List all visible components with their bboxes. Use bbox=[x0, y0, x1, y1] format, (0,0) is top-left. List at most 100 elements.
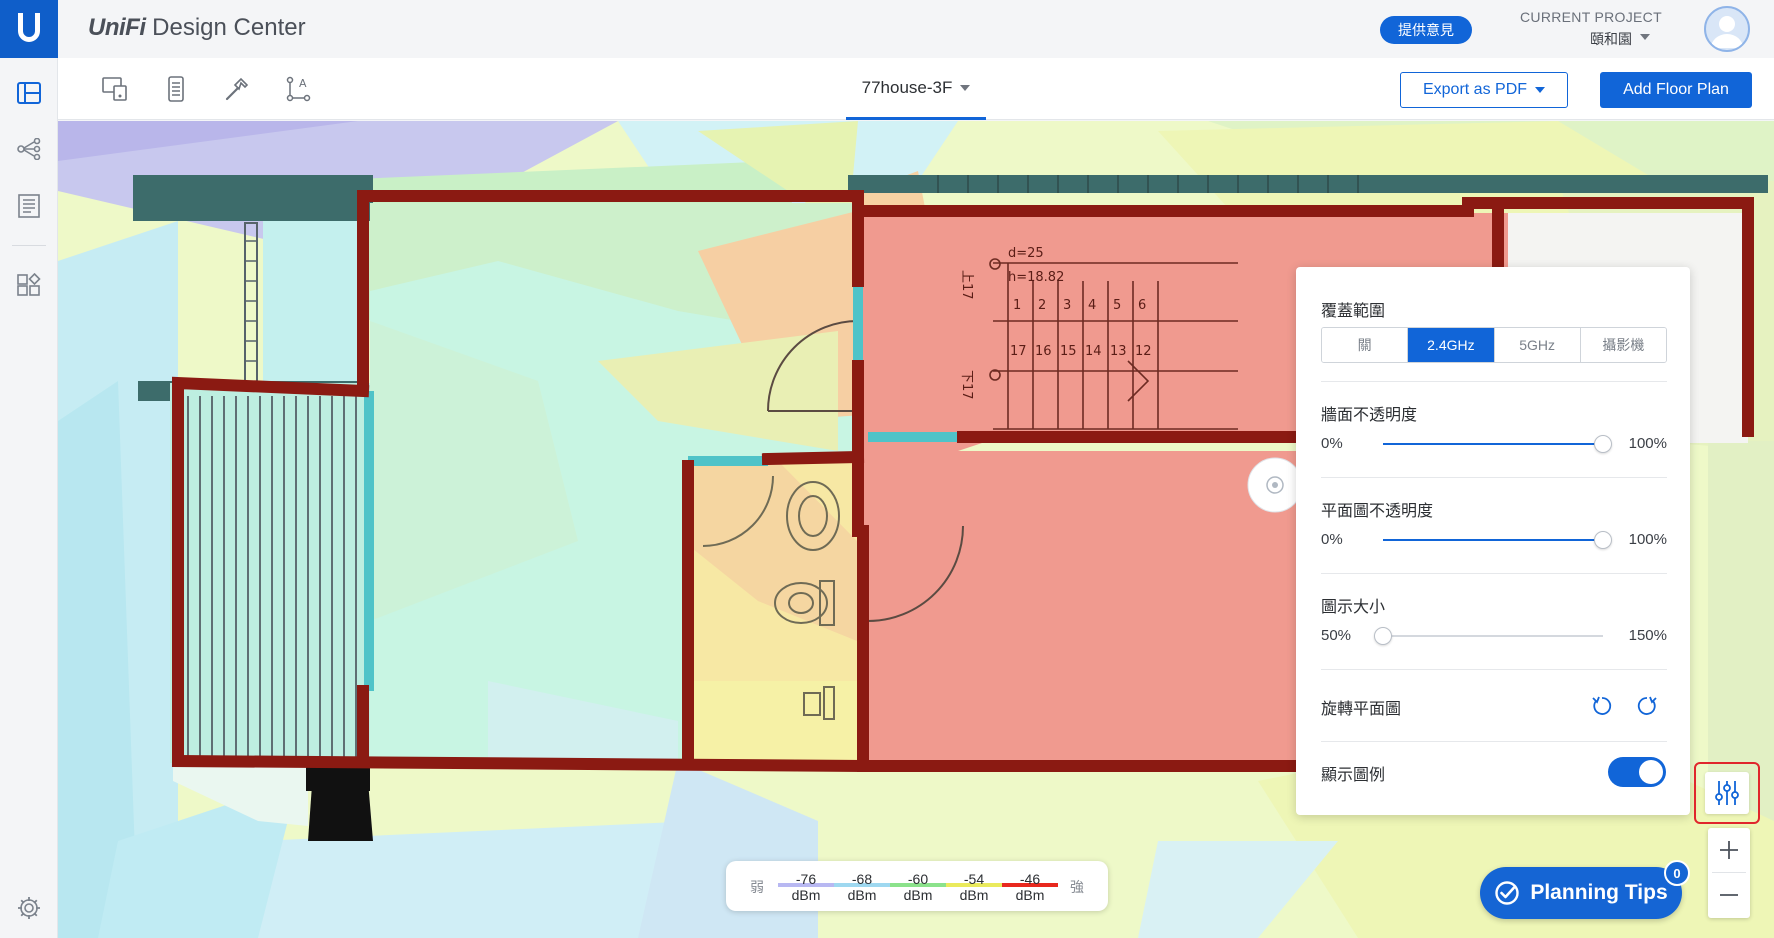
avatar[interactable] bbox=[1704, 6, 1750, 52]
divider bbox=[1321, 381, 1667, 382]
top-bar: UniFi Design Center 提供意見 CURRENT PROJECT… bbox=[58, 0, 1774, 58]
stair-dim-d: d=25 bbox=[1008, 246, 1044, 261]
legend-unit: dBm bbox=[959, 887, 989, 903]
stair-step-4: 4 bbox=[1088, 298, 1096, 313]
show-legend-label: 顯示圖例 bbox=[1321, 767, 1386, 784]
slider-handle[interactable] bbox=[1594, 435, 1612, 453]
coverage-option-2-4ghz[interactable]: 2.4GHz bbox=[1408, 328, 1495, 362]
icon-size-label: 圖示大小 bbox=[1321, 599, 1386, 616]
app-brand: UniFi Design Center bbox=[88, 14, 306, 42]
wall-opacity-slider[interactable] bbox=[1383, 435, 1612, 453]
divider bbox=[1321, 477, 1667, 478]
coverage-option-off[interactable]: 關 bbox=[1322, 328, 1409, 362]
export-pdf-button[interactable]: Export as PDF bbox=[1400, 72, 1568, 108]
stair-step-3: 3 bbox=[1063, 298, 1071, 313]
plus-icon bbox=[1720, 841, 1738, 859]
zoom-in-button[interactable] bbox=[1708, 828, 1750, 872]
measure-tool-button[interactable]: A bbox=[284, 74, 314, 104]
stair-up-label: 上17 bbox=[959, 270, 974, 300]
access-point-device[interactable] bbox=[1247, 457, 1303, 513]
icon-size-max: 150% bbox=[1628, 627, 1667, 644]
divider bbox=[1321, 741, 1667, 742]
zoom-controls bbox=[1708, 828, 1750, 918]
legend-level-3: -60 dBm bbox=[890, 871, 946, 903]
stair-step-14: 14 bbox=[1085, 344, 1102, 359]
user-avatar-icon bbox=[1711, 16, 1743, 48]
add-floor-plan-button[interactable]: Add Floor Plan bbox=[1600, 72, 1752, 108]
legend-unit: dBm bbox=[903, 887, 933, 903]
legend-value: -54 bbox=[963, 871, 985, 887]
minus-icon bbox=[1720, 894, 1738, 896]
sidebar-divider bbox=[12, 245, 46, 246]
stair-step-17: 17 bbox=[1010, 344, 1027, 359]
map-settings-button[interactable] bbox=[1705, 772, 1749, 814]
device-placement-icon bbox=[102, 77, 127, 101]
left-rail bbox=[0, 0, 58, 938]
sidebar-item-bill-of-materials[interactable] bbox=[15, 192, 43, 220]
legend-weak-label: 弱 bbox=[750, 879, 764, 895]
floor-selector[interactable]: 77house-3F bbox=[846, 58, 986, 120]
map-settings-button-highlight bbox=[1694, 762, 1760, 824]
device-placement-button[interactable] bbox=[100, 74, 130, 104]
sliders-icon bbox=[1715, 781, 1739, 805]
unifi-logo[interactable] bbox=[0, 0, 58, 58]
hammer-tool-button[interactable] bbox=[222, 74, 252, 104]
icon-size-slider[interactable] bbox=[1374, 627, 1603, 645]
settings-button[interactable] bbox=[15, 894, 43, 922]
stair-down-label: 下17 bbox=[959, 370, 974, 400]
coverage-option-camera[interactable]: 攝影機 bbox=[1580, 328, 1666, 362]
icon-size-min: 50% bbox=[1321, 627, 1352, 644]
planning-tips-count-badge: 0 bbox=[1664, 860, 1690, 886]
rotate-right-icon bbox=[1637, 696, 1657, 715]
sidebar-item-apps[interactable] bbox=[15, 271, 43, 299]
legend-level-5: -46 dBm bbox=[1002, 871, 1058, 903]
chevron-down-icon[interactable] bbox=[1640, 34, 1650, 40]
rotate-right-button[interactable] bbox=[1634, 693, 1660, 719]
plan-opacity-slider[interactable] bbox=[1383, 531, 1612, 549]
unifi-logo-icon bbox=[18, 13, 40, 42]
wall-tool-button[interactable] bbox=[161, 74, 191, 104]
legend-unit: dBm bbox=[791, 887, 821, 903]
legend-level-2: -68 dBm bbox=[834, 871, 890, 903]
slider-handle[interactable] bbox=[1594, 531, 1612, 549]
measure-icon: A bbox=[286, 76, 311, 102]
rotate-left-button[interactable] bbox=[1589, 693, 1615, 719]
wall-opacity-label: 牆面不透明度 bbox=[1321, 407, 1418, 424]
coverage-option-5ghz[interactable]: 5GHz bbox=[1494, 328, 1581, 362]
sidebar-item-floorplan[interactable] bbox=[15, 79, 43, 107]
feedback-button[interactable]: 提供意見 bbox=[1380, 16, 1472, 44]
legend-unit: dBm bbox=[847, 887, 877, 903]
stair-step-5: 5 bbox=[1113, 298, 1121, 313]
wall-tool-icon bbox=[168, 76, 184, 102]
planning-tips-button[interactable]: Planning Tips bbox=[1480, 867, 1682, 919]
legend-value: -76 bbox=[795, 871, 817, 887]
legend-value: -46 bbox=[1019, 871, 1041, 887]
sidebar-item-topology[interactable] bbox=[15, 135, 43, 163]
divider bbox=[1321, 669, 1667, 670]
wall-opacity-max: 100% bbox=[1628, 435, 1667, 452]
stair-step-15: 15 bbox=[1060, 344, 1077, 359]
zoom-out-button[interactable] bbox=[1708, 873, 1750, 917]
stair-step-13: 13 bbox=[1110, 344, 1127, 359]
plan-opacity-label: 平面圖不透明度 bbox=[1321, 503, 1434, 520]
check-circle-icon bbox=[1495, 881, 1520, 905]
chevron-down-icon bbox=[1535, 87, 1546, 93]
legend-level-1: -76 dBm bbox=[778, 871, 834, 903]
topology-icon bbox=[17, 138, 41, 160]
project-name-dropdown[interactable]: 頤和園 bbox=[1590, 29, 1632, 49]
toggle-knob bbox=[1639, 760, 1663, 784]
export-label: Export as PDF bbox=[1422, 81, 1528, 98]
plan-opacity-max: 100% bbox=[1628, 531, 1667, 548]
stair-step-2: 2 bbox=[1038, 298, 1046, 313]
stair-step-16: 16 bbox=[1035, 344, 1052, 359]
show-legend-toggle[interactable] bbox=[1608, 757, 1666, 787]
wall-opacity-min: 0% bbox=[1321, 435, 1343, 452]
bill-of-materials-icon bbox=[18, 194, 40, 218]
rotate-left-icon bbox=[1592, 696, 1612, 715]
slider-handle[interactable] bbox=[1374, 627, 1392, 645]
chevron-down-icon bbox=[960, 84, 971, 91]
legend-strong-label: 強 bbox=[1070, 879, 1084, 895]
legend-value: -60 bbox=[907, 871, 929, 887]
rotate-plan-label: 旋轉平面圖 bbox=[1321, 701, 1402, 718]
divider bbox=[1321, 573, 1667, 574]
